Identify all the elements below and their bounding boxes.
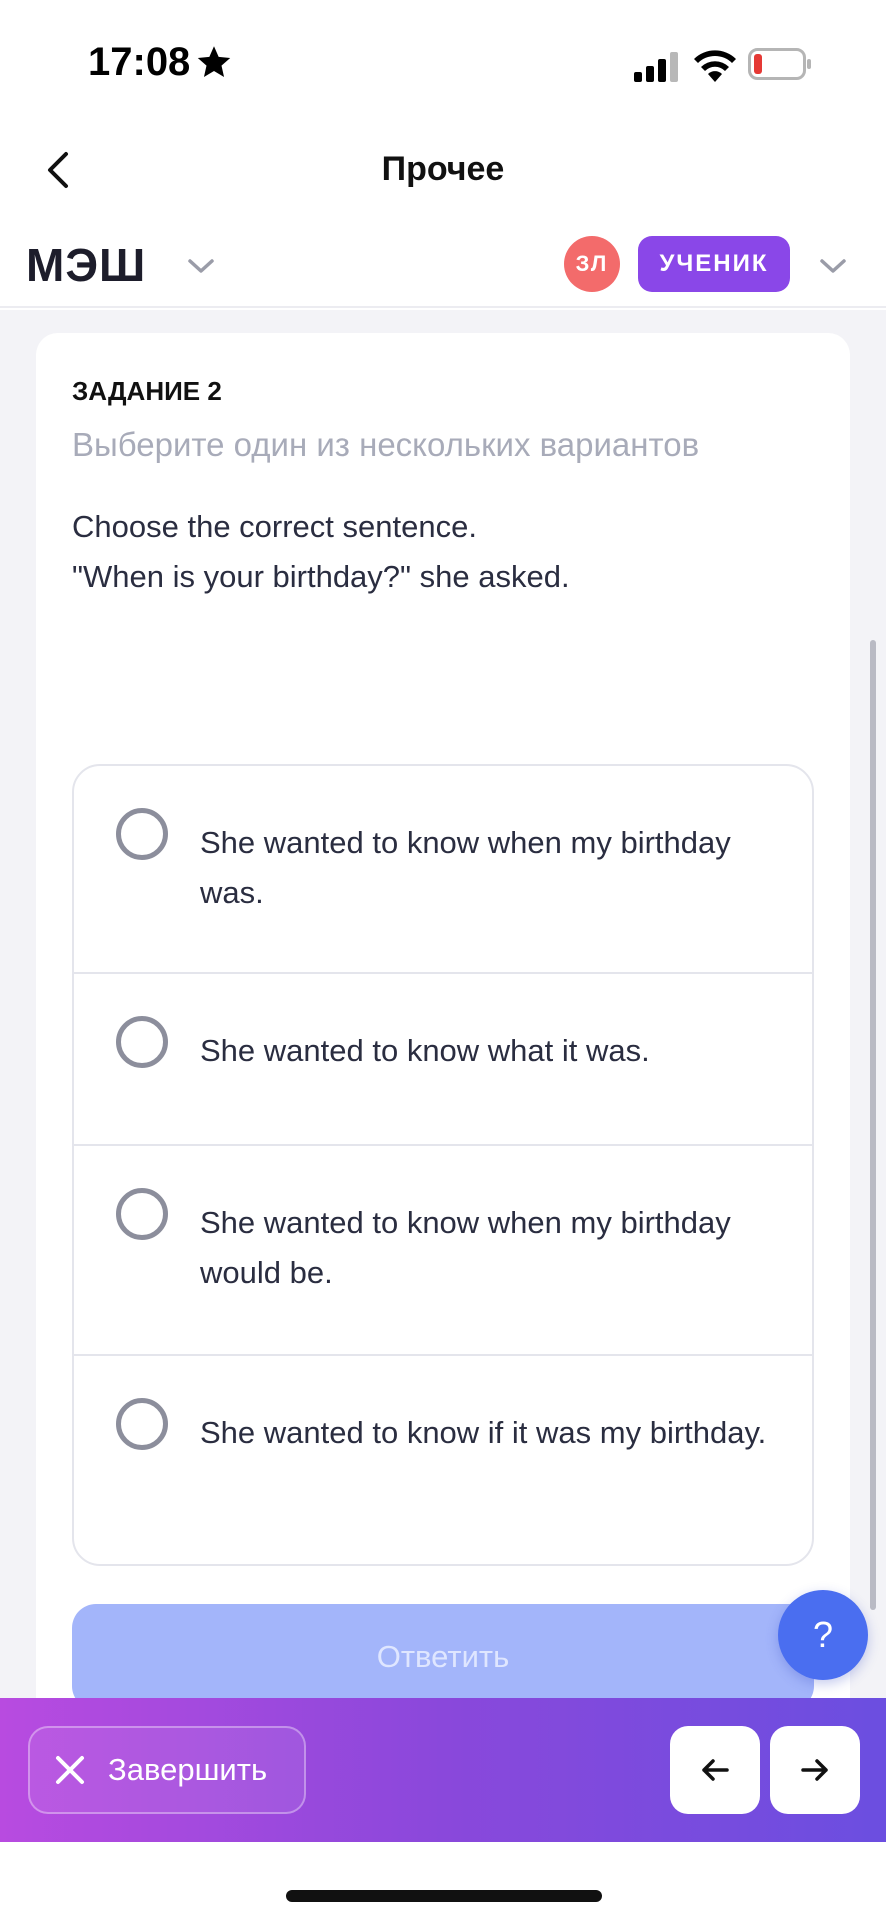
option-label: She wanted to know what it was. <box>200 1033 650 1068</box>
star-icon <box>197 46 231 77</box>
next-button[interactable] <box>770 1726 860 1814</box>
chevron-down-icon[interactable] <box>818 254 848 278</box>
option-label: She wanted to know if it was my birthday… <box>200 1415 767 1450</box>
page-title: Прочее <box>381 150 505 188</box>
task-label: ЗАДАНИЕ 2 <box>72 376 222 406</box>
submit-button[interactable]: Ответить <box>72 1604 814 1710</box>
radio-button[interactable] <box>116 808 168 860</box>
battery-icon <box>748 48 811 80</box>
avatar[interactable]: ЗЛ <box>564 236 620 292</box>
option-label: She wanted to know when my birthday was. <box>200 825 731 910</box>
answer-option[interactable]: She wanted to know when my birthday woul… <box>74 1146 812 1356</box>
help-button[interactable]: ? <box>778 1590 868 1680</box>
question-text: Choose the correct sentence. "When is yo… <box>72 509 570 594</box>
radio-button[interactable] <box>116 1398 168 1450</box>
previous-button[interactable] <box>670 1726 760 1814</box>
arrow-left-icon <box>702 1759 729 1781</box>
answer-options: She wanted to know when my birthday was.… <box>72 764 814 1566</box>
option-label: She wanted to know when my birthday woul… <box>200 1205 731 1290</box>
answer-option[interactable]: She wanted to know if it was my birthday… <box>74 1356 812 1564</box>
radio-button[interactable] <box>116 1016 168 1068</box>
answer-option[interactable]: She wanted to know what it was. <box>74 974 812 1146</box>
arrow-right-icon <box>801 1759 828 1781</box>
task-hint: Выберите один из нескольких вариантов <box>72 426 700 463</box>
wifi-icon <box>694 50 736 82</box>
app-logo[interactable]: МЭШ <box>26 238 146 292</box>
role-badge[interactable]: УЧЕНИК <box>638 236 790 292</box>
finish-button[interactable]: Завершить <box>28 1726 306 1814</box>
chevron-down-icon[interactable] <box>186 254 216 278</box>
status-time: 17:08 <box>88 40 191 84</box>
home-indicator[interactable] <box>286 1890 602 1902</box>
radio-button[interactable] <box>116 1188 168 1240</box>
close-icon <box>56 1756 84 1784</box>
scrollbar[interactable] <box>870 640 876 1610</box>
finish-label: Завершить <box>108 1752 268 1787</box>
signal-icon <box>634 52 678 82</box>
answer-option[interactable]: She wanted to know when my birthday was. <box>74 766 812 974</box>
